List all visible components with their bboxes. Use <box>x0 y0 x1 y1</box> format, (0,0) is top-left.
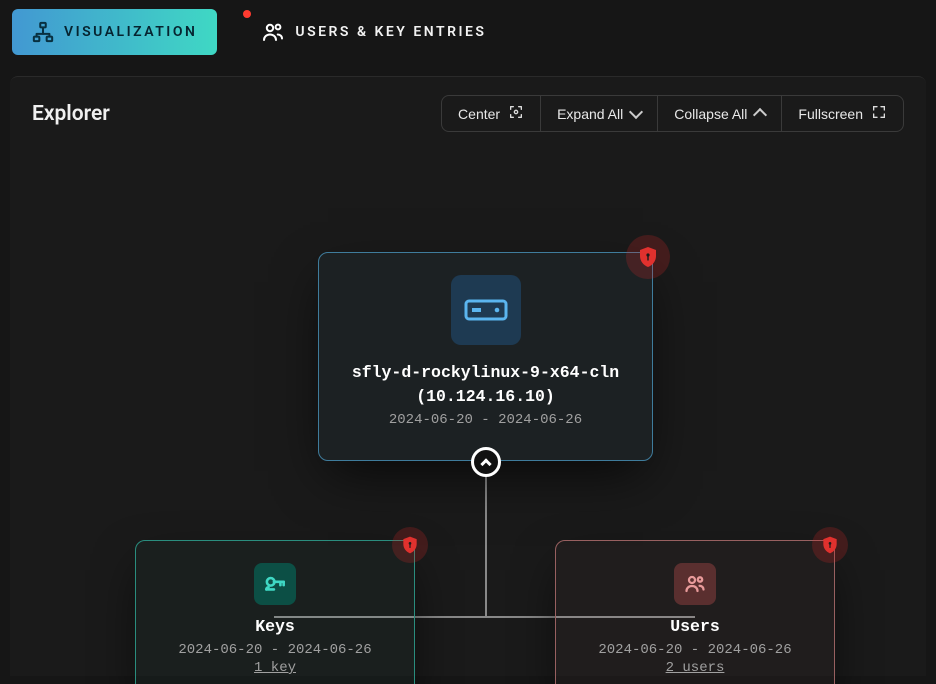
node-keys-dates: 2024-06-20 - 2024-06-26 <box>154 642 396 658</box>
sitemap-icon <box>32 21 54 43</box>
node-server-name: sfly-d-rockylinux-9-x64-cln <box>337 361 634 385</box>
node-server-ip: (10.124.16.10) <box>337 385 634 409</box>
collapse-all-button[interactable]: Collapse All <box>658 96 782 131</box>
node-server[interactable]: sfly-d-rockylinux-9-x64-cln (10.124.16.1… <box>318 252 653 461</box>
node-keys[interactable]: Keys 2024-06-20 - 2024-06-26 1 key <box>135 540 415 684</box>
center-label: Center <box>458 106 500 122</box>
server-tile-icon <box>451 275 521 345</box>
top-tabs: Visualization Users & Key Entries <box>0 0 936 56</box>
expand-all-button[interactable]: Expand All <box>541 96 658 131</box>
key-tile-icon <box>254 563 296 605</box>
fullscreen-icon <box>871 104 887 123</box>
fullscreen-label: Fullscreen <box>798 106 863 122</box>
tab-users-keys-label: Users & Key Entries <box>295 24 486 40</box>
tab-visualization[interactable]: Visualization <box>12 9 217 55</box>
node-users-title: Users <box>574 615 816 639</box>
expand-all-label: Expand All <box>557 106 623 122</box>
node-keys-title: Keys <box>154 615 396 639</box>
graph-canvas[interactable]: sfly-d-rockylinux-9-x64-cln (10.124.16.1… <box>10 146 926 666</box>
node-users[interactable]: Users 2024-06-20 - 2024-06-26 2 users <box>555 540 835 684</box>
collapse-all-label: Collapse All <box>674 106 747 122</box>
users-tile-icon <box>674 563 716 605</box>
alert-shield-icon <box>812 527 848 563</box>
chevron-up-icon <box>480 458 491 469</box>
fullscreen-button[interactable]: Fullscreen <box>782 96 903 131</box>
toolbar: Center Expand All Collapse All Fullsc <box>441 95 904 132</box>
node-users-count[interactable]: 2 users <box>574 660 816 676</box>
users-icon <box>261 20 285 44</box>
node-server-dates: 2024-06-20 - 2024-06-26 <box>337 412 634 428</box>
section-title: Explorer <box>32 102 110 126</box>
panel-header: Explorer Center Expand All Collapse All <box>10 77 926 146</box>
notification-dot-icon <box>243 10 251 18</box>
alert-shield-icon <box>392 527 428 563</box>
connector-line <box>485 464 487 618</box>
tab-users-keys[interactable]: Users & Key Entries <box>241 8 506 56</box>
node-users-dates: 2024-06-20 - 2024-06-26 <box>574 642 816 658</box>
center-button[interactable]: Center <box>442 96 541 131</box>
collapse-toggle[interactable] <box>471 447 501 477</box>
tab-visualization-label: Visualization <box>64 24 197 40</box>
explorer-panel: Explorer Center Expand All Collapse All <box>10 76 926 676</box>
center-target-icon <box>508 104 524 123</box>
chevron-up-icon <box>753 108 767 122</box>
chevron-down-icon <box>629 105 643 119</box>
alert-shield-icon <box>626 235 670 279</box>
node-keys-count[interactable]: 1 key <box>154 660 396 676</box>
